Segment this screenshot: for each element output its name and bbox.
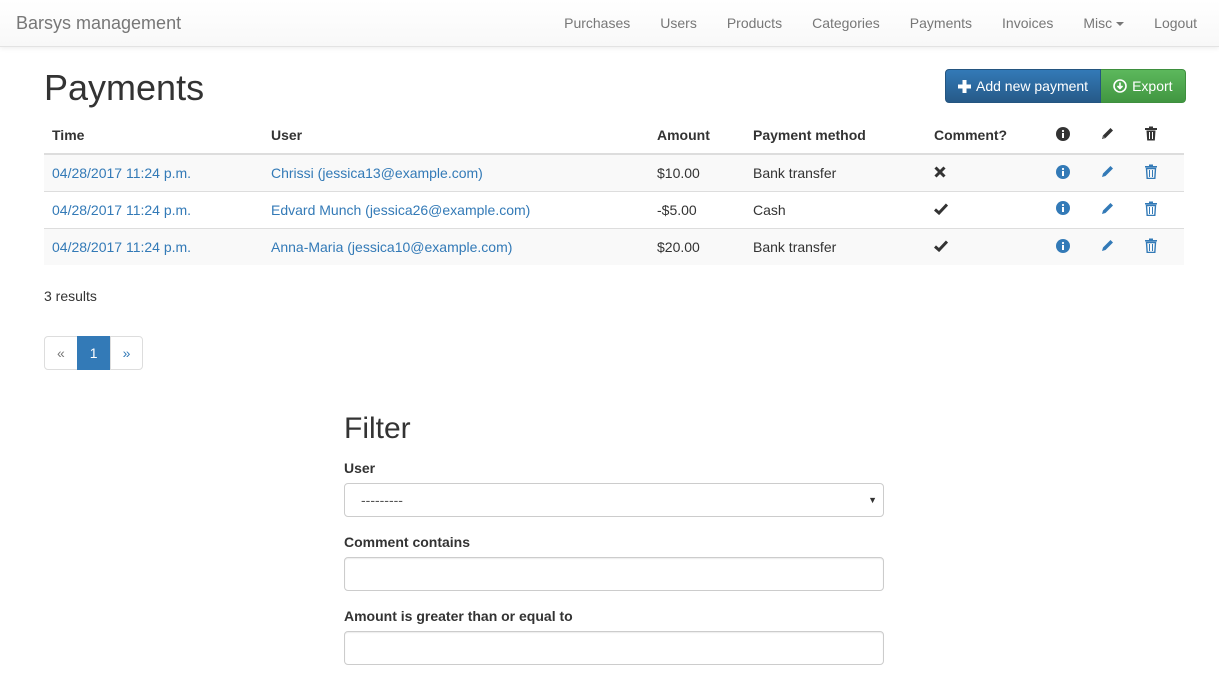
user-filter-label: User <box>344 460 376 476</box>
nav-misc-label: Misc <box>1083 15 1113 31</box>
cell-comment <box>926 190 1052 228</box>
amount-gte-input[interactable] <box>344 631 884 665</box>
cell-comment <box>926 154 1052 191</box>
nav-logout[interactable]: Logout <box>1139 0 1212 47</box>
navbar: Barsys management Purchases Users Produc… <box>0 0 1219 47</box>
cell-amount: -$5.00 <box>649 190 745 228</box>
nav-misc-dropdown[interactable]: Misc <box>1068 0 1139 47</box>
col-comment[interactable]: Comment? <box>926 117 1052 155</box>
info-icon[interactable] <box>1056 201 1070 218</box>
col-user[interactable]: User <box>263 117 649 155</box>
cell-comment <box>926 227 1052 265</box>
pencil-icon[interactable] <box>1100 201 1115 219</box>
filter-title: Filter <box>344 412 411 445</box>
payments-table: Time User Amount Payment method Comment?… <box>44 117 1184 265</box>
table-row: 04/28/2017 11:24 p.m. Anna-Maria (jessic… <box>44 227 1184 265</box>
cell-delete <box>1140 190 1184 228</box>
pagination: « 1 » <box>44 336 144 370</box>
export-button[interactable]: Export <box>1101 69 1186 103</box>
next-page-button[interactable]: » <box>109 336 144 370</box>
cell-delete <box>1140 154 1184 191</box>
nav-payments[interactable]: Payments <box>895 0 987 47</box>
add-payment-label: Add new payment <box>976 78 1089 94</box>
cell-edit <box>1096 154 1140 191</box>
payment-time-link[interactable]: 04/28/2017 11:24 p.m. <box>52 202 191 218</box>
prev-page-button[interactable]: « <box>44 336 78 370</box>
info-icon <box>1056 126 1070 144</box>
table-row: 04/28/2017 11:24 p.m. Chrissi (jessica13… <box>44 154 1184 191</box>
cell-user: Edvard Munch (jessica26@example.com) <box>263 190 649 228</box>
nav-invoices[interactable]: Invoices <box>987 0 1068 47</box>
payment-user-link[interactable]: Anna-Maria (jessica10@example.com) <box>271 239 512 255</box>
cross-icon <box>934 165 946 181</box>
cell-user: Chrissi (jessica13@example.com) <box>263 154 649 191</box>
col-edit <box>1096 117 1140 155</box>
trash-icon[interactable] <box>1144 164 1158 182</box>
cell-delete <box>1140 227 1184 265</box>
nav-purchases[interactable]: Purchases <box>549 0 645 47</box>
col-info <box>1052 117 1096 155</box>
cell-time: 04/28/2017 11:24 p.m. <box>44 227 263 265</box>
cell-edit <box>1096 227 1140 265</box>
table-row: 04/28/2017 11:24 p.m. Edvard Munch (jess… <box>44 190 1184 228</box>
page-1-button[interactable]: 1 <box>76 336 111 370</box>
plus-icon <box>958 79 971 93</box>
download-circle-icon <box>1113 79 1127 93</box>
nav-menu: Purchases Users Products Categories Paym… <box>549 0 1212 47</box>
page-title: Payments <box>44 67 205 108</box>
results-count: 3 results <box>44 288 97 304</box>
cell-payment-method: Bank transfer <box>745 227 926 265</box>
payment-user-link[interactable]: Edvard Munch (jessica26@example.com) <box>271 202 530 218</box>
cell-payment-method: Cash <box>745 190 926 228</box>
col-amount[interactable]: Amount <box>649 117 745 155</box>
col-payment-method[interactable]: Payment method <box>745 117 926 155</box>
export-label: Export <box>1132 78 1173 94</box>
user-select[interactable]: --------- ▼ <box>344 483 884 517</box>
col-time[interactable]: Time <box>44 117 263 155</box>
payment-time-link[interactable]: 04/28/2017 11:24 p.m. <box>52 165 191 181</box>
trash-icon[interactable] <box>1144 201 1158 219</box>
cell-time: 04/28/2017 11:24 p.m. <box>44 154 263 191</box>
trash-icon <box>1144 126 1158 144</box>
amount-filter-label: Amount is greater than or equal to <box>344 608 573 624</box>
col-delete <box>1140 117 1184 155</box>
nav-users[interactable]: Users <box>645 0 712 47</box>
payment-time-link[interactable]: 04/28/2017 11:24 p.m. <box>52 239 191 255</box>
add-payment-button[interactable]: Add new payment <box>945 69 1102 103</box>
checkmark-icon <box>934 202 949 218</box>
cell-info <box>1052 227 1096 265</box>
checkmark-icon <box>934 239 949 255</box>
info-icon[interactable] <box>1056 164 1070 182</box>
nav-products[interactable]: Products <box>712 0 797 47</box>
cell-amount: $10.00 <box>649 154 745 191</box>
cell-info <box>1052 190 1096 228</box>
nav-categories[interactable]: Categories <box>797 0 895 47</box>
pencil-icon <box>1100 126 1115 144</box>
cell-payment-method: Bank transfer <box>745 154 926 191</box>
cell-edit <box>1096 190 1140 228</box>
caret-down-icon <box>1116 22 1125 27</box>
pencil-icon[interactable] <box>1100 238 1115 256</box>
payment-user-link[interactable]: Chrissi (jessica13@example.com) <box>271 165 483 181</box>
cell-info <box>1052 154 1096 191</box>
comment-filter-label: Comment contains <box>344 534 471 550</box>
brand-link[interactable]: Barsys management <box>16 13 181 34</box>
trash-icon[interactable] <box>1144 238 1158 256</box>
cell-time: 04/28/2017 11:24 p.m. <box>44 190 263 228</box>
select-arrow-icon: ▼ <box>868 495 877 505</box>
info-icon[interactable] <box>1056 238 1070 256</box>
cell-user: Anna-Maria (jessica10@example.com) <box>263 227 649 265</box>
action-buttons: Add new payment Export <box>945 69 1186 103</box>
user-select-value: --------- <box>361 492 403 508</box>
comment-contains-input[interactable] <box>344 557 884 591</box>
cell-amount: $20.00 <box>649 227 745 265</box>
pencil-icon[interactable] <box>1100 164 1115 182</box>
table-header-row: Time User Amount Payment method Comment? <box>44 117 1184 155</box>
